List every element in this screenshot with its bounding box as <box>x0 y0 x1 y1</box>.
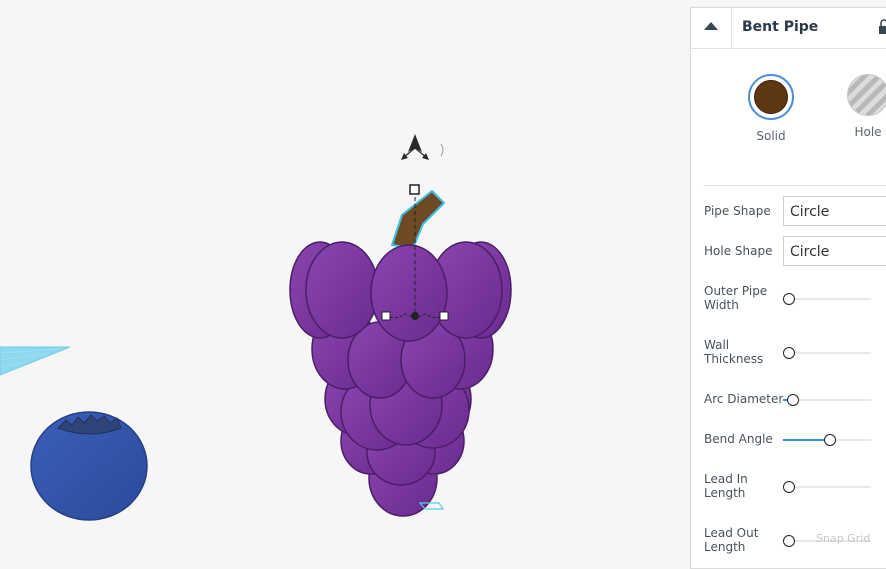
lead-in-length-label-line1: Lead In <box>704 472 748 486</box>
lead-out-length-label-line2: Length <box>704 540 746 554</box>
hole-shape-label: Hole Shape <box>704 244 773 258</box>
wall-thickness-label-line2: Thickness <box>704 352 764 366</box>
outer-pipe-width-slider[interactable] <box>783 292 871 306</box>
snap-grid-label[interactable]: Snap Grid <box>816 532 870 545</box>
wedge-shape[interactable] <box>0 346 71 376</box>
wall-thickness-label-line1: Wall <box>704 338 730 352</box>
solid-color-swatch[interactable] <box>748 74 794 120</box>
outer-pipe-width-label-line1: Outer Pipe <box>704 284 768 298</box>
panel-title: Bent Pipe <box>742 19 819 35</box>
bend-angle-label: Bend Angle <box>704 432 773 446</box>
pipe-shape-label: Pipe Shape <box>704 204 771 218</box>
hole-pattern-swatch[interactable] <box>847 74 886 116</box>
pipe-shape-select[interactable]: Circle <box>783 196 886 226</box>
outer-pipe-width-label-line2: Width <box>704 298 739 312</box>
lead-in-length-slider[interactable] <box>783 480 871 494</box>
grape-bunch[interactable] <box>289 189 512 517</box>
workplane-viewport[interactable] <box>0 0 690 550</box>
pipe-shape-value: Circle <box>790 204 830 220</box>
bend-angle-slider[interactable] <box>783 433 871 447</box>
lead-in-length-label: Lead In Length <box>704 472 748 500</box>
lead-out-length-label-line1: Lead Out <box>704 526 759 540</box>
outer-pipe-width-label: Outer Pipe Width <box>704 284 767 312</box>
slider-knob[interactable] <box>786 394 799 406</box>
wall-thickness-slider[interactable] <box>783 346 871 360</box>
slider-knob[interactable] <box>783 347 795 359</box>
panel-divider <box>703 185 886 186</box>
chevron-up-icon <box>704 22 718 30</box>
slider-knob[interactable] <box>783 481 795 493</box>
slider-knob[interactable] <box>824 434 837 446</box>
wall-thickness-label: Wall Thickness <box>704 338 763 366</box>
hole-label: Hole <box>854 125 882 139</box>
solid-label: Solid <box>756 129 786 143</box>
collapse-panel-button[interactable] <box>691 8 732 48</box>
hole-shape-select[interactable]: Circle <box>783 236 886 266</box>
panel-header: Bent Pipe <box>691 8 886 49</box>
hole-mode-button[interactable]: Hole <box>838 74 886 139</box>
blueberry-shape[interactable] <box>30 411 148 521</box>
lead-in-length-label-line2: Length <box>704 486 746 500</box>
arc-diameter-slider[interactable] <box>783 393 871 407</box>
slider-knob[interactable] <box>783 293 795 305</box>
lock-icon[interactable] <box>878 19 886 35</box>
move-arrow-icon[interactable] <box>401 134 444 160</box>
slider-knob[interactable] <box>783 535 795 547</box>
3d-scene[interactable] <box>0 0 690 550</box>
shape-inspector-panel: Bent Pipe Solid Hole Pipe Shape Circle H… <box>690 7 886 569</box>
hole-shape-value: Circle <box>790 244 830 260</box>
arc-diameter-label: Arc Diameter <box>704 392 784 406</box>
solid-mode-button[interactable]: Solid <box>741 74 801 143</box>
